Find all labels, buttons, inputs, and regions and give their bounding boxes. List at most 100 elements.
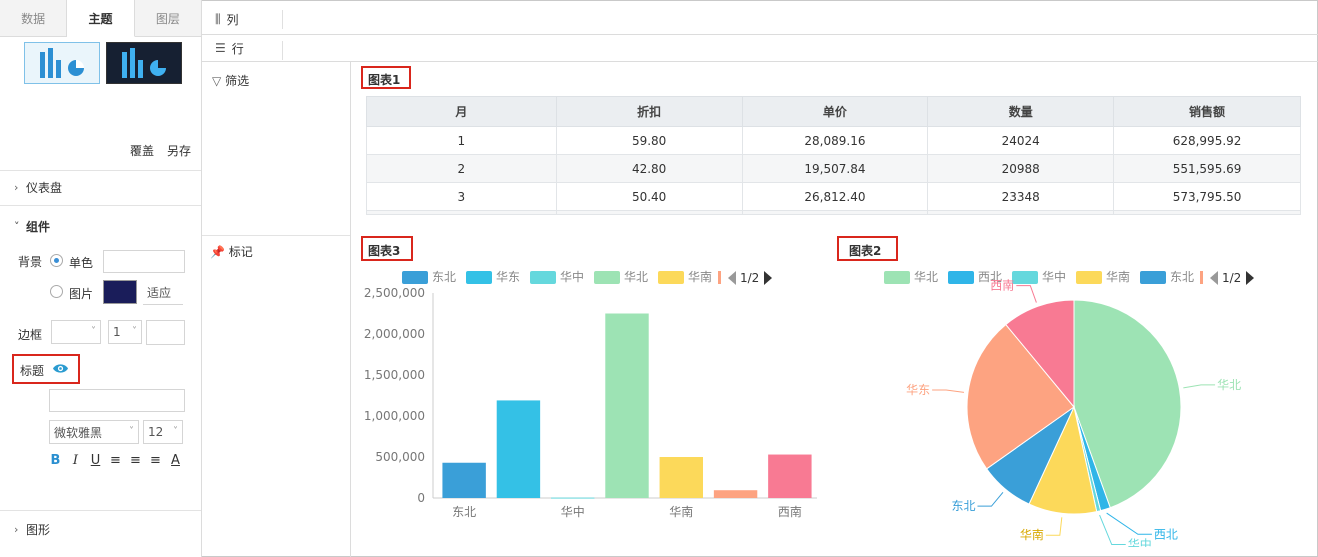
align-center-icon[interactable]: ≡	[129, 453, 142, 468]
legend-label: 华中	[1042, 269, 1066, 284]
columns-icon: ⫼	[215, 11, 221, 26]
pie-label-line	[932, 389, 965, 393]
legend-label: 华南	[688, 269, 712, 284]
font-size-select[interactable]: 12 ˅	[143, 420, 183, 444]
pie-label: 华东	[906, 383, 930, 397]
shape-section-header[interactable]: › 图形	[0, 520, 201, 538]
border-style-select[interactable]: ˅	[51, 320, 101, 344]
legend-swatch	[1200, 271, 1203, 284]
text-format-toolbar: B I U ≡ ≡ ≡ A	[49, 453, 182, 468]
background-color-input[interactable]	[103, 250, 185, 273]
table-header-cell[interactable]: 数量	[927, 96, 1115, 127]
table-cell: 59.80	[555, 126, 743, 155]
legend-swatch	[1140, 271, 1166, 284]
table-cell: 26,812.40	[741, 182, 929, 211]
pie-label: 华南	[1020, 527, 1044, 542]
bold-icon[interactable]: B	[49, 453, 62, 468]
left-panel: 数据 主题 图层 覆盖 另存 › 仪表盘 ˅ 组件 背景 单色 图片 适应 边框…	[0, 0, 202, 557]
align-left-icon[interactable]: ≡	[109, 453, 122, 468]
legend-prev-icon[interactable]	[1210, 271, 1218, 285]
align-right-icon[interactable]: ≡	[149, 453, 162, 468]
x-tick-label: 西南	[778, 504, 802, 519]
theme-dark-thumbnail[interactable]	[106, 42, 182, 84]
save-as-button[interactable]: 另存	[167, 142, 191, 159]
legend-next-icon[interactable]	[1246, 271, 1254, 285]
rows-label: 行	[231, 41, 244, 56]
underline-icon[interactable]: U	[89, 453, 102, 468]
solid-color-radio[interactable]	[50, 254, 63, 267]
pie-icon	[68, 60, 84, 76]
table-row: 2 42.80 19,507.84 20988 551,595.69	[366, 154, 1301, 183]
font-family-value: 微软雅黑	[54, 425, 103, 440]
border-label: 边框	[18, 328, 43, 342]
table-row: 3 50.40 26,812.40 23348 573,795.50	[366, 182, 1301, 211]
image-radio[interactable]	[50, 285, 63, 298]
legend-label: 华北	[914, 270, 938, 284]
legend-label: 华南	[1106, 269, 1130, 284]
legend-prev-icon[interactable]	[728, 271, 736, 285]
italic-icon[interactable]: I	[69, 453, 82, 468]
table-header-cell[interactable]: 单价	[741, 96, 929, 127]
filter-shelf[interactable]: ▽ 筛选	[212, 72, 249, 89]
pie-icon	[150, 60, 166, 76]
table-header-cell[interactable]: 销售额	[1113, 96, 1301, 127]
title-text-input[interactable]	[49, 389, 185, 412]
legend-swatch	[402, 271, 428, 284]
legend-label: 东北	[432, 270, 456, 284]
legend-swatch	[948, 271, 974, 284]
tab-theme[interactable]: 主题	[67, 0, 135, 37]
columns-shelf[interactable]: ⫼ 列	[202, 4, 1318, 35]
pie-label: 西北	[1154, 527, 1178, 541]
table-header-row: 月 折扣 单价 数量 销售额	[366, 96, 1301, 127]
x-tick-label: 华中	[561, 504, 585, 519]
theme-light-thumbnail[interactable]	[24, 42, 100, 84]
image-fit-select[interactable]: 适应	[143, 281, 183, 305]
y-tick-label: 0	[417, 491, 425, 505]
chevron-right-icon: ›	[14, 180, 19, 194]
legend-swatch	[1076, 271, 1102, 284]
section-label: 图形	[26, 522, 51, 537]
marks-shelf[interactable]: 📌 标记	[210, 243, 253, 260]
font-family-select[interactable]: 微软雅黑 ˅	[49, 420, 139, 444]
pie-chart-title: 图表2	[849, 244, 882, 258]
pie-label-line	[1106, 512, 1152, 535]
tab-data[interactable]: 数据	[0, 0, 68, 36]
pie-chart: 华北 西北 华中 华南 东北 1/2华北西北华中华南东北华东西南	[884, 269, 1254, 547]
legend-swatch	[1012, 271, 1038, 284]
filter-icon: ▽	[212, 74, 222, 88]
table-header-cell[interactable]: 折扣	[555, 96, 743, 127]
panel-tabs: 数据 主题 图层	[0, 0, 201, 37]
bar	[659, 457, 703, 498]
y-tick-label: 2,500,000	[364, 286, 425, 300]
border-color-input[interactable]	[146, 320, 185, 345]
theme-list	[24, 42, 182, 84]
pin-icon: 📌	[210, 245, 225, 259]
bar	[768, 454, 812, 498]
dashboard-section-header[interactable]: › 仪表盘	[0, 178, 201, 196]
legend-next-icon[interactable]	[764, 271, 772, 285]
component-section-header[interactable]: ˅ 组件	[0, 217, 201, 235]
table-chart-title: 图表1	[368, 73, 401, 87]
table-cell: 20988	[927, 154, 1115, 183]
table-cell: 2	[366, 154, 557, 183]
x-tick-label: 华南	[669, 504, 693, 519]
chevron-down-icon: ˅	[173, 426, 178, 437]
background-image-thumbnail[interactable]	[103, 280, 137, 304]
table-cell: 50.40	[555, 182, 743, 211]
legend-label: 华中	[560, 269, 584, 284]
tab-layer[interactable]: 图层	[135, 0, 201, 36]
legend-label: 华北	[624, 270, 648, 284]
font-color-icon[interactable]: A	[169, 453, 182, 468]
table-header-cell[interactable]: 月	[366, 96, 557, 127]
overwrite-button[interactable]: 覆盖	[130, 142, 154, 159]
pie-label: 东北	[951, 499, 975, 513]
rows-shelf[interactable]: ☰ 行	[202, 35, 1318, 62]
pie-label: 华北	[1217, 378, 1241, 392]
border-width-value: 1	[113, 325, 121, 339]
title-label: 标题	[20, 364, 45, 378]
border-width-select[interactable]: 1 ˅	[108, 320, 142, 344]
mid-panel: ▽ 筛选 📌 标记	[202, 62, 351, 557]
table-cell: 28,089.16	[741, 126, 929, 155]
eye-icon[interactable]	[52, 362, 69, 375]
table-row	[366, 210, 1301, 215]
